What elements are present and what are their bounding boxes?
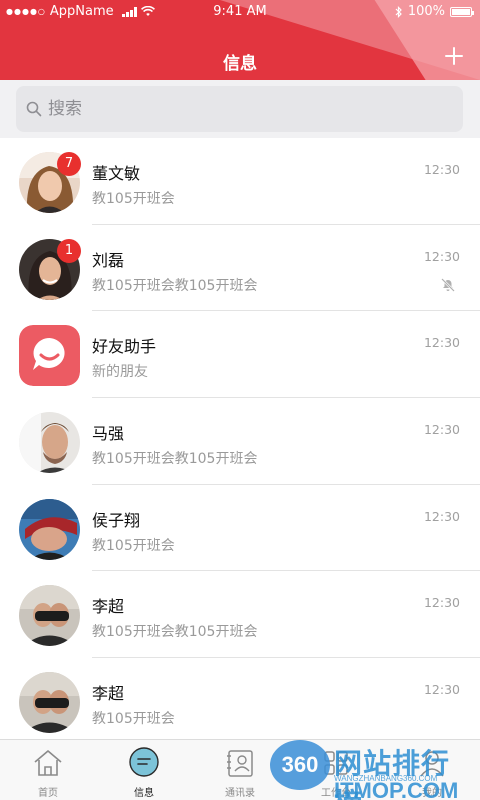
conversation-list: 7 董文敏 教105开班会 12:30 1 刘磊 教105开班会教105开班会 … xyxy=(0,138,480,739)
message-preview: 教105开班会 xyxy=(92,711,175,728)
unread-badge: 7 xyxy=(57,152,81,176)
tab-contacts[interactable]: 通讯录 xyxy=(192,740,288,800)
conversation-row[interactable]: 李超 教105开班会教105开班会 12:30 xyxy=(0,571,480,659)
tab-home[interactable]: 首页 xyxy=(0,740,96,800)
contact-name: 李超 xyxy=(92,684,125,704)
message-preview: 教105开班会 xyxy=(92,191,175,207)
tab-label: 我的 xyxy=(422,788,442,799)
profile-icon xyxy=(420,751,444,777)
conversation-row[interactable]: 马强 教105开班会教105开班会 12:30 xyxy=(0,398,480,485)
contact-name: 侯子翔 xyxy=(92,510,141,530)
message-preview: 教105开班会 xyxy=(92,537,175,554)
contact-name: 刘磊 xyxy=(92,250,125,270)
message-preview: 新的朋友 xyxy=(92,364,148,381)
message-time: 12:30 xyxy=(423,682,460,698)
avatar xyxy=(19,672,80,734)
tab-workbench[interactable]: 工作台 xyxy=(288,740,384,800)
message-time: 12:30 xyxy=(423,595,460,611)
message-time: 12:30 xyxy=(423,422,460,438)
home-icon xyxy=(34,750,62,776)
tab-profile[interactable]: 我的 xyxy=(384,740,480,800)
friend-helper-icon xyxy=(19,325,80,387)
search-icon xyxy=(26,101,42,117)
avatar xyxy=(19,585,80,647)
tab-messages[interactable]: 信息 xyxy=(96,740,192,800)
battery-icon xyxy=(450,6,474,17)
conversation-row[interactable]: 侯子翔 教105开班会 12:30 xyxy=(0,485,480,572)
tab-label: 首页 xyxy=(38,788,58,799)
search-bar xyxy=(0,80,480,138)
tab-label: 通讯录 xyxy=(225,788,255,799)
bottom-tab-bar: 首页 信息 通讯录 工作台 我的 xyxy=(0,739,480,800)
unread-badge: 1 xyxy=(57,238,81,263)
status-bar: ●●●●○ AppName 9:41 AM 100% xyxy=(0,0,480,24)
tab-label: 工作台 xyxy=(321,788,351,799)
message-time: 12:30 xyxy=(423,162,460,177)
tab-label: 信息 xyxy=(134,788,154,799)
contact-name: 董文敏 xyxy=(92,164,141,183)
mute-bell-icon xyxy=(441,277,455,292)
conversation-row[interactable]: 好友助手 新的朋友 12:30 xyxy=(0,311,480,399)
battery-percent: 100% xyxy=(407,4,445,19)
contact-name: 好友助手 xyxy=(92,337,157,357)
message-time: 12:30 xyxy=(423,508,460,524)
bluetooth-icon xyxy=(395,5,402,18)
avatar xyxy=(19,498,80,560)
workbench-icon xyxy=(324,751,348,775)
message-preview: 教105开班会教105开班会 xyxy=(92,624,258,641)
contact-name: 李超 xyxy=(92,597,125,617)
conversation-row[interactable]: 李超 教105开班会 12:30 xyxy=(0,658,480,739)
top-header: ●●●●○ AppName 9:41 AM 100% 信息 xyxy=(0,0,480,80)
message-preview: 教105开班会教105开班会 xyxy=(92,451,258,468)
message-time: 12:30 xyxy=(423,248,460,264)
page-title: 信息 xyxy=(223,54,257,74)
message-preview: 教105开班会教105开班会 xyxy=(92,277,258,294)
contacts-icon xyxy=(227,750,253,777)
search-input[interactable] xyxy=(48,99,428,119)
message-icon xyxy=(129,747,159,777)
avatar xyxy=(19,412,80,474)
message-time: 12:30 xyxy=(423,335,460,351)
conversation-row[interactable]: 7 董文敏 教105开班会 12:30 xyxy=(0,138,480,225)
contact-name: 马强 xyxy=(92,424,125,444)
plus-icon[interactable] xyxy=(442,44,466,68)
conversation-row[interactable]: 1 刘磊 教105开班会教105开班会 12:30 xyxy=(0,225,480,312)
search-box[interactable] xyxy=(16,86,463,132)
